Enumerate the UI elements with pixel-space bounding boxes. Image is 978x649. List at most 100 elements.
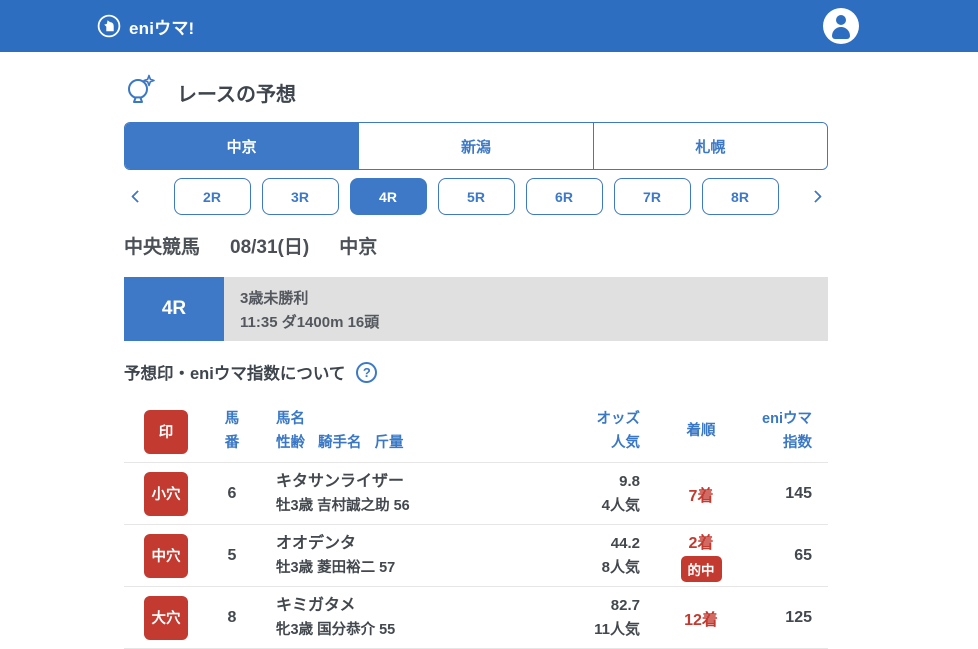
header-result: 着順 [640,420,762,444]
odds-value: 44.2 [610,534,640,552]
horse-name: オオデンタ [276,534,357,552]
finish-position: 2着 [688,535,714,552]
odds-value: 9.8 [619,472,640,490]
odds-cell: 9.8 4人気 [500,470,640,518]
chevron-left-icon [130,190,144,203]
popularity-value: 4人気 [601,496,640,514]
mark-cell: 大穴 [124,595,188,640]
header-odds: オッズ 人気 [500,408,641,456]
odds-value: 82.7 [610,596,640,614]
odds-cell: 82.7 11人気 [500,594,640,642]
main-content: レースの予想 中京 新潟 札幌 2R 3R 4R 5R 6R 7R 8R 中央競… [124,74,828,649]
popularity-value: 8人気 [601,558,640,576]
horse-detail: 牝3歳 国分恭介 55 [276,621,396,638]
horse-detail: 牡3歳 吉村誠之助 56 [276,497,410,514]
table-row[interactable]: 大穴 8 キミガタメ 牝3歳 国分恭介 55 82.7 11人気 12着 125 [124,587,828,649]
race-button-label: 4R [379,188,397,205]
prediction-mark-badge: 大穴 [144,595,188,640]
horse-number-cell: 6 [227,484,237,502]
venue-label: 中京 [339,237,378,258]
help-icon[interactable]: ? [356,361,378,383]
finish-position: 12着 [684,611,718,629]
header-line: 馬名 [276,410,305,427]
table-row[interactable]: 中穴 5 オオデンタ 牡3歳 菱田裕二 57 44.2 8人気 2着 的中 65 [124,525,828,587]
about-label: 予想印・eniウマ指数について [124,365,346,383]
race-button-label: 2R [203,188,221,205]
race-details: 11:35 ダ1400m 16頭 [240,313,380,331]
next-race-button[interactable] [802,178,828,215]
prediction-table: 印 馬 番 馬名 性齢 騎手名 斤量 オッズ 人気 着順 eniウマ 指数 小穴… [124,401,828,649]
tab-label: 新潟 [460,138,491,156]
race-buttons: 2R 3R 4R 5R 6R 7R 8R [150,178,802,215]
mark-cell: 中穴 [124,533,188,578]
prediction-mark-badge: 中穴 [144,533,188,578]
prev-race-button[interactable] [124,178,150,215]
race-button-3r[interactable]: 3R [261,178,339,215]
index-cell: 65 [794,546,812,564]
tab-label: 中京 [226,138,257,156]
app-logo[interactable]: eniウマ! [97,14,194,39]
mark-cell: 小穴 [124,471,188,516]
race-number-badge: 4R [124,277,224,341]
mark-header-badge: 印 [144,409,188,454]
tab-niigata[interactable]: 新潟 [358,123,593,169]
header-index: eniウマ 指数 [762,408,828,456]
organization-label: 中央競馬 [124,237,201,258]
horse-name-cell: キミガタメ 牝3歳 国分恭介 55 [276,594,500,641]
race-button-5r[interactable]: 5R [437,178,515,215]
table-row[interactable]: 小穴 6 キタサンライザー 牡3歳 吉村誠之助 56 9.8 4人気 7着 14… [124,463,828,525]
header-line: オッズ [596,410,641,427]
horse-number-cell: 5 [227,546,237,564]
header-line: 番 [224,434,240,451]
page-title: レースの予想 [177,83,296,106]
user-avatar-button[interactable] [823,8,859,44]
race-info-band: 4R 3歳未勝利 11:35 ダ1400m 16頭 [124,277,828,341]
header-mark: 印 [124,409,188,454]
finish-position: 7着 [688,487,714,505]
header-line: 性齢 騎手名 斤量 [276,434,404,451]
result-cell: 2着 的中 [640,529,762,582]
header-line: 馬 [224,410,240,427]
tab-sapporo[interactable]: 札幌 [592,123,827,169]
race-button-4r[interactable]: 4R [349,178,427,215]
race-button-label: 5R [467,188,485,205]
popularity-value: 11人気 [594,620,640,638]
horse-detail: 牡3歳 菱田裕二 57 [276,559,396,576]
header-line: eniウマ [762,410,812,427]
crystal-ball-icon [124,74,156,111]
race-meta-line: 中央競馬 08/31(日) 中京 [124,232,828,259]
race-button-label: 7R [643,188,661,205]
tab-label: 札幌 [695,138,726,156]
race-date: 08/31(日) [230,237,310,258]
race-button-label: 8R [731,188,749,205]
index-cell: 145 [785,484,812,502]
chevron-right-icon [808,190,822,203]
prediction-mark-badge: 小穴 [144,471,188,516]
section-heading: レースの予想 [124,74,828,111]
venue-tab-bar: 中京 新潟 札幌 [124,122,828,170]
header-horse-number: 馬 番 [188,408,276,456]
horse-number-cell: 8 [227,608,237,626]
result-cell: 7着 [640,482,762,506]
race-info-detail: 3歳未勝利 11:35 ダ1400m 16頭 [224,277,828,341]
header-line: 人気 [611,434,640,451]
horse-name-cell: キタサンライザー 牡3歳 吉村誠之助 56 [276,470,500,517]
race-button-label: 3R [291,188,309,205]
horse-name: キミガタメ [276,596,356,614]
race-button-7r[interactable]: 7R [613,178,691,215]
app-header: eniウマ! [0,0,978,52]
race-condition: 3歳未勝利 [240,289,309,307]
about-line: 予想印・eniウマ指数について ? [124,360,828,384]
horse-name: キタサンライザー [276,472,405,490]
person-icon-body [832,27,850,39]
odds-cell: 44.2 8人気 [500,532,640,580]
header-line: 指数 [783,434,812,451]
person-icon [836,15,846,25]
horse-name-cell: オオデンタ 牡3歳 菱田裕二 57 [276,532,500,579]
index-cell: 125 [785,608,812,626]
race-button-6r[interactable]: 6R [525,178,603,215]
race-button-8r[interactable]: 8R [701,178,779,215]
header-line: 着順 [686,422,716,439]
race-button-2r[interactable]: 2R [173,178,251,215]
tab-chukyo[interactable]: 中京 [125,123,359,169]
